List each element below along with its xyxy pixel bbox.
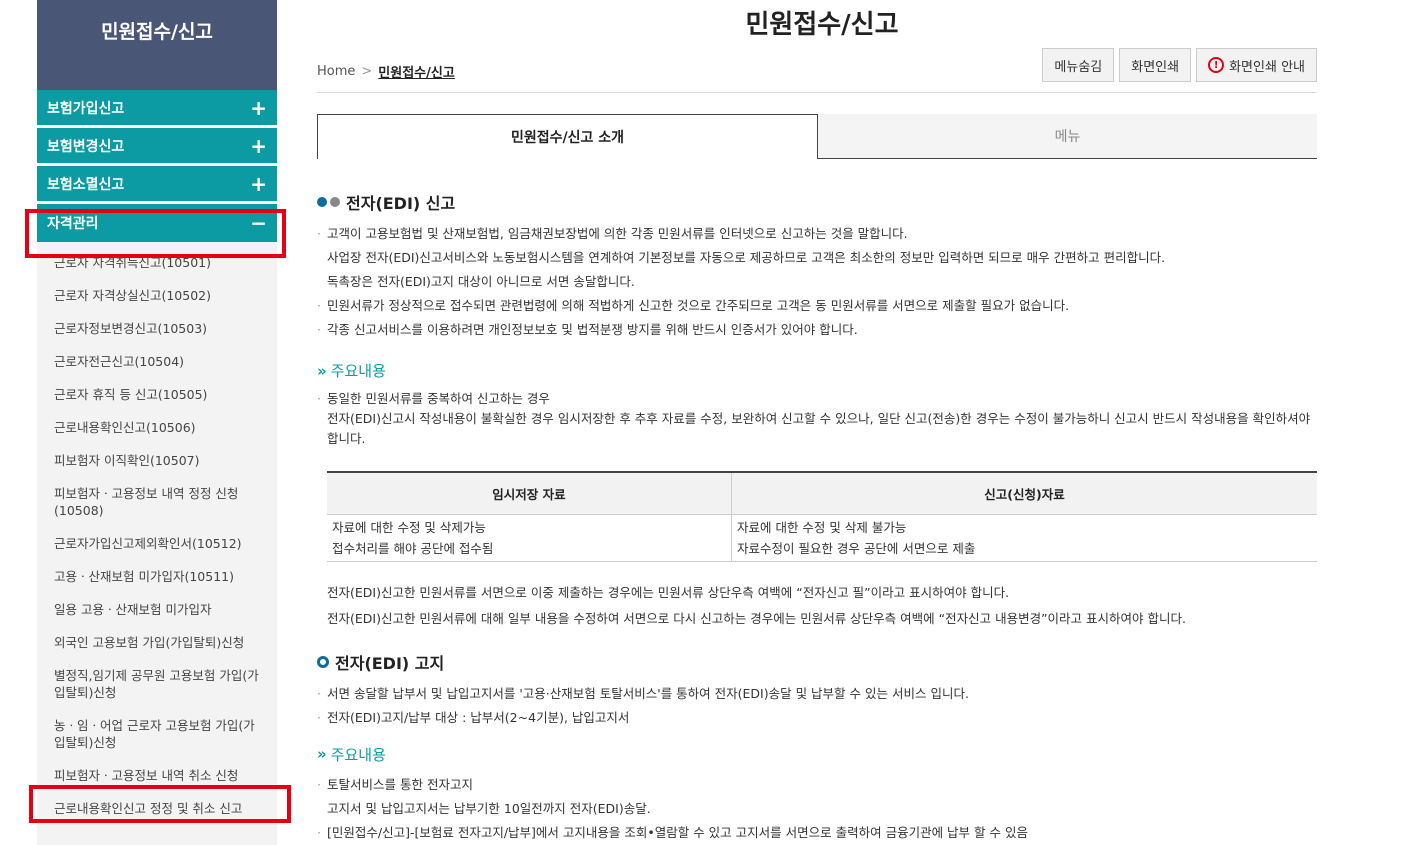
sidebar-item-10504[interactable]: 근로자전근신고(10504) xyxy=(37,345,277,378)
ring-icon xyxy=(317,655,329,668)
section-heading-text: 전자(EDI) 신고 xyxy=(346,194,456,213)
plus-icon: + xyxy=(250,171,267,196)
sidebar-cat-label: 보험변경신고 xyxy=(47,138,125,155)
main-content-bullets: 동일한 민원서류를 중복하여 신고하는 경우 xyxy=(317,389,1317,409)
sidebar-cat-label: 자격관리 xyxy=(47,216,99,232)
list-item: 독촉장은 전자(EDI)고지 대상이 아니므로 서면 송달합니다. xyxy=(327,274,635,289)
double-dot-icon xyxy=(317,197,340,207)
table-row: 자료에 대한 수정 및 삭제가능 접수처리를 해야 공단에 접수됨 자료에 대한… xyxy=(327,514,1317,562)
breadcrumb: Home > 민원접수/신고 xyxy=(317,62,455,81)
tab-bar: 민원접수/신고 소개 메뉴 xyxy=(317,114,1317,159)
sidebar-item-daily-uninsured[interactable]: 일용 고용ㆍ산재보험 미가입자 xyxy=(37,593,277,626)
list-item: 서면 송달할 납부서 및 납입고지서를 '고용·산재보험 토탈서비스'를 통하여… xyxy=(317,682,1317,706)
sidebar-submenu: 근로자 자격취득신고(10501) 근로자 자격상실신고(10502) 근로자정… xyxy=(37,242,277,825)
toolbar: 메뉴숨김 화면인쇄 ! 화면인쇄 안내 xyxy=(1042,48,1317,82)
list-item: 고지서 및 납입고지서는 납부기한 10일전까지 전자(EDI)송달. xyxy=(327,800,651,816)
list-item: 고객이 고용보험법 및 산재보험법, 임금채권보장법에 의한 각종 민원서류를 … xyxy=(317,222,1317,246)
plus-icon: + xyxy=(250,133,267,158)
table-header: 임시저장 자료 xyxy=(327,471,732,515)
sidebar-item-farm-worker-insurance[interactable]: 농ㆍ임ㆍ어업 근로자 고용보험 가입(가입탈퇴)신청 xyxy=(37,709,277,759)
hide-menu-button[interactable]: 메뉴숨김 xyxy=(1042,48,1115,82)
list-item: 전자(EDI)고지/납부 대상 : 납부서(2~4기분), 납입고지서 xyxy=(317,706,1317,730)
breadcrumb-separator: > xyxy=(361,64,373,79)
sidebar-item-10505[interactable]: 근로자 휴직 등 신고(10505) xyxy=(37,378,277,411)
sidebar-item-10503[interactable]: 근로자정보변경신고(10503) xyxy=(37,312,277,345)
divider xyxy=(317,92,1317,93)
sidebar-cat-insurance-change[interactable]: 보험변경신고 + xyxy=(37,128,277,166)
notes: 전자(EDI)신고한 민원서류를 서면으로 이중 제출하는 경우에는 민원서류 … xyxy=(317,580,1317,632)
print-button[interactable]: 화면인쇄 xyxy=(1119,48,1192,82)
sidebar-item-10501[interactable]: 근로자 자격취득신고(10501) xyxy=(37,246,277,279)
content-body: 전자(EDI) 신고 고객이 고용보험법 및 산재보험법, 임금채권보장법에 의… xyxy=(317,190,1317,845)
sidebar-item-official-insurance[interactable]: 별정직,임기제 공무원 고용보험 가입(가입탈퇴)신청 xyxy=(37,659,277,709)
cell-line: 자료에 대한 수정 및 삭제 불가능 xyxy=(736,519,907,535)
page-title: 민원접수/신고 xyxy=(745,10,899,40)
sidebar-item-foreigner-insurance[interactable]: 외국인 고용보험 가입(가입탈퇴)신청 xyxy=(37,626,277,659)
list-item: 동일한 민원서류를 중복하여 신고하는 경우 xyxy=(317,389,1317,409)
sidebar-cat-insurance-termination[interactable]: 보험소멸신고 + xyxy=(37,166,277,204)
sidebar-menu: 보험가입신고 + 보험변경신고 + 보험소멸신고 + 자격관리 − 근로자 자격… xyxy=(37,90,277,825)
sidebar-item-10507[interactable]: 피보험자 이직확인(10507) xyxy=(37,444,277,477)
tab-menu[interactable]: 메뉴 xyxy=(818,114,1317,159)
list-item: 민원서류가 정상적으로 접수되면 관련법령에 의해 적법하게 신고한 것으로 간… xyxy=(317,294,1317,318)
sidebar-item-work-correction[interactable]: 근로내용확인신고 정정 및 취소 신고 xyxy=(37,792,277,825)
note-line: 전자(EDI)신고한 민원서류에 대해 일부 내용을 수정하여 서면으로 다시 … xyxy=(327,610,1186,626)
notice-main-bullets: 토탈서비스를 통한 전자고지 고지서 및 납입고지서는 납부기한 10일전까지 … xyxy=(317,773,1317,845)
cell-line: 자료수정이 필요한 경우 공단에 서면으로 제출 xyxy=(736,540,976,556)
sub-heading-text: 주요내용 xyxy=(330,745,386,764)
section-heading-edi-report: 전자(EDI) 신고 xyxy=(317,190,1317,214)
edi-report-bullets: 고객이 고용보험법 및 산재보험법, 임금채권보장법에 의한 각종 민원서류를 … xyxy=(317,222,1317,342)
table-header: 신고(신청)자료 xyxy=(730,471,1317,515)
double-chevron-icon: » xyxy=(317,361,327,380)
note-line: 전자(EDI)신고한 민원서류를 서면으로 이중 제출하는 경우에는 민원서류 … xyxy=(327,584,1010,600)
sidebar-cat-insurance-join[interactable]: 보험가입신고 + xyxy=(37,90,277,128)
sub-heading-main-content-2: » 주요내용 xyxy=(317,744,1317,765)
sidebar-cat-qualification[interactable]: 자격관리 − xyxy=(37,204,277,242)
sidebar-item-10511[interactable]: 고용ㆍ산재보험 미가입자(10511) xyxy=(37,560,277,593)
breadcrumb-current[interactable]: 민원접수/신고 xyxy=(378,62,455,81)
minus-icon: − xyxy=(250,211,267,235)
sidebar-item-cancel-request[interactable]: 피보험자ㆍ고용정보 내역 취소 신청 xyxy=(37,759,277,792)
print-guide-label: 화면인쇄 안내 xyxy=(1229,59,1305,75)
sidebar-title: 민원접수/신고 xyxy=(37,0,277,90)
cell-line: 접수처리를 해야 공단에 접수됨 xyxy=(332,540,494,556)
breadcrumb-home[interactable]: Home xyxy=(317,64,355,79)
sidebar-cat-label: 보험가입신고 xyxy=(47,100,125,117)
sub-heading-main-content: » 주요내용 xyxy=(317,360,1317,381)
section-heading-edi-notice: 전자(EDI) 고지 xyxy=(317,650,1317,674)
sub-heading-text: 주요내용 xyxy=(330,362,386,380)
sidebar-item-10512[interactable]: 근로자가입신고제외확인서(10512) xyxy=(37,527,277,560)
print-guide-button[interactable]: ! 화면인쇄 안내 xyxy=(1196,48,1317,82)
tab-intro[interactable]: 민원접수/신고 소개 xyxy=(317,114,818,159)
list-item: 사업장 전자(EDI)신고서비스와 노동보험시스템을 연계하여 기본정보를 자동… xyxy=(327,250,1166,265)
sidebar-cat-label: 보험소멸신고 xyxy=(47,176,125,193)
section-heading-text: 전자(EDI) 고지 xyxy=(335,653,445,673)
table-cell: 자료에 대한 수정 및 삭제가능 접수처리를 해야 공단에 접수됨 xyxy=(327,514,732,562)
comparison-table: 임시저장 자료 신고(신청)자료 자료에 대한 수정 및 삭제가능 접수처리를 … xyxy=(327,471,1317,562)
sidebar-item-10508[interactable]: 피보험자ㆍ고용정보 내역 정정 신청(10508) xyxy=(37,477,277,527)
cell-line: 자료에 대한 수정 및 삭제가능 xyxy=(332,519,486,535)
list-item: 각종 신고서비스를 이용하려면 개인정보보호 및 법적분쟁 방지를 위해 반드시… xyxy=(317,318,1317,342)
sidebar-item-10502[interactable]: 근로자 자격상실신고(10502) xyxy=(37,279,277,312)
table-cell: 자료에 대한 수정 및 삭제 불가능 자료수정이 필요한 경우 공단에 서면으로… xyxy=(730,514,1317,562)
list-item: [민원접수/신고]-[보험료 전자고지/납부]에서 고지내용을 조회•열람할 수… xyxy=(317,821,1317,845)
edi-notice-bullets: 서면 송달할 납부서 및 납입고지서를 '고용·산재보험 토탈서비스'를 통하여… xyxy=(317,682,1317,730)
double-chevron-icon: » xyxy=(317,745,327,763)
plus-icon: + xyxy=(250,95,267,120)
sidebar-item-10506[interactable]: 근로내용확인신고(10506) xyxy=(37,411,277,444)
list-item: 토탈서비스를 통한 전자고지 xyxy=(317,773,1317,797)
paragraph: 전자(EDI)신고시 작성내용이 불확실한 경우 임시저장한 후 추후 자료를 … xyxy=(327,411,1311,446)
sidebar: 민원접수/신고 보험가입신고 + 보험변경신고 + 보험소멸신고 + 자격관리 … xyxy=(37,0,277,845)
alert-icon: ! xyxy=(1208,57,1225,73)
